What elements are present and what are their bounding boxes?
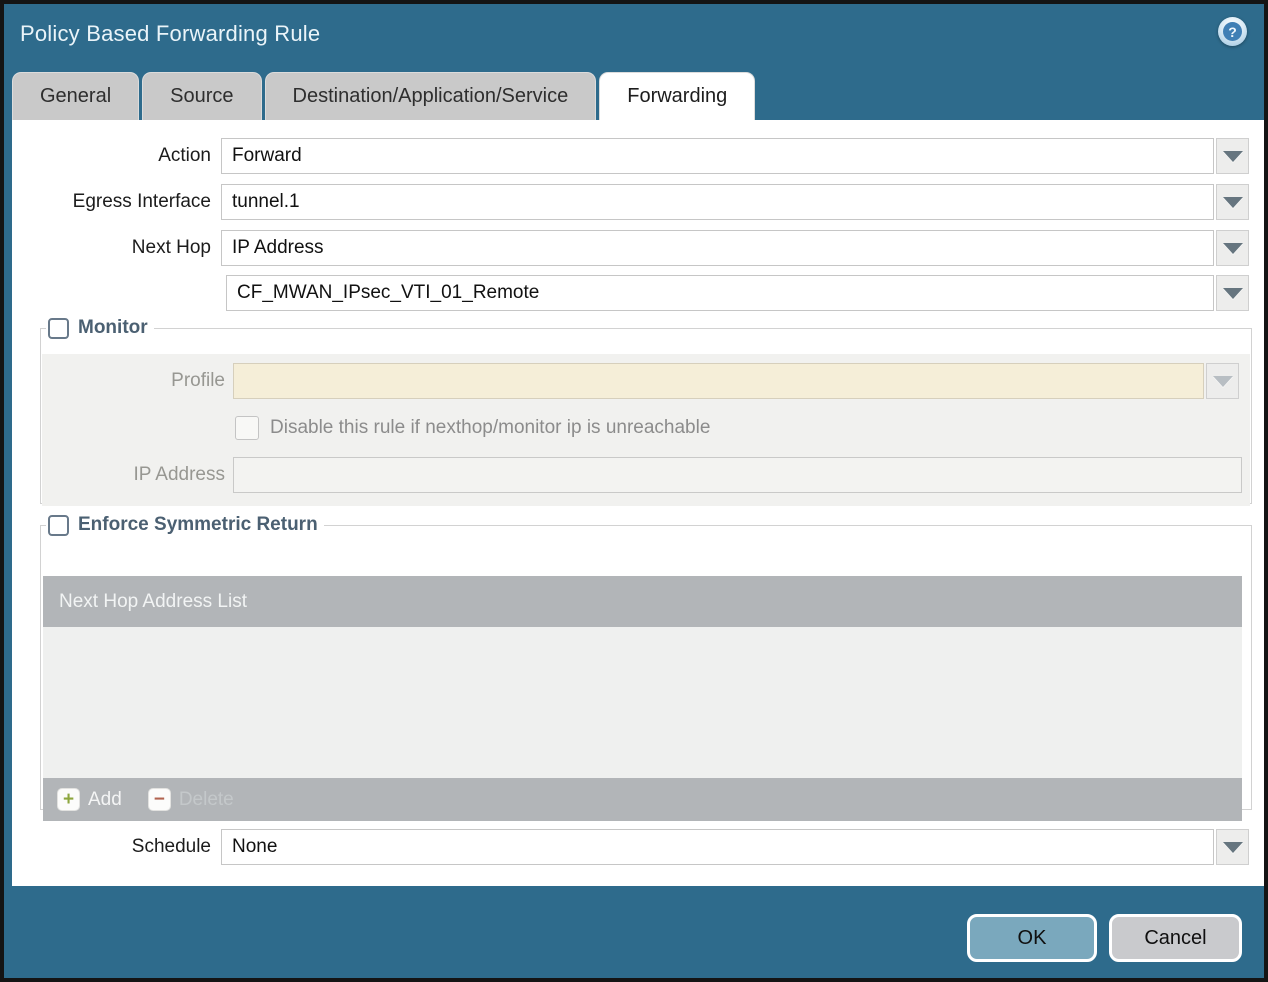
- next-hop-address-column-header: Next Hop Address List: [59, 590, 247, 612]
- tab-destination-application-service[interactable]: Destination/Application/Service: [264, 72, 597, 120]
- tab-general[interactable]: General: [12, 72, 140, 120]
- symmetric-return-legend-label: Enforce Symmetric Return: [78, 514, 318, 535]
- next-hop-address-table: Next Hop Address List + Add − Delete: [43, 576, 1242, 821]
- action-select[interactable]: [221, 138, 1214, 174]
- disable-rule-label: Disable this rule if nexthop/monitor ip …: [270, 417, 711, 438]
- next-hop-address-table-body[interactable]: [43, 627, 1242, 778]
- next-hop-address-dropdown-button[interactable]: [1216, 275, 1249, 311]
- disable-rule-checkbox: [235, 416, 259, 440]
- schedule-combo: [221, 829, 1249, 865]
- next-hop-row: Next Hop: [12, 230, 1264, 266]
- chevron-down-icon: [1222, 287, 1243, 299]
- profile-select: [233, 363, 1204, 399]
- monitor-fieldset: Monitor Profile Disable this rule if nex…: [40, 317, 1252, 506]
- tab-forwarding-label: Forwarding: [627, 85, 728, 107]
- add-button-label: Add: [88, 788, 122, 810]
- disable-rule-row: Disable this rule if nexthop/monitor ip …: [235, 416, 710, 440]
- chevron-down-icon: [1222, 196, 1243, 208]
- delete-button-label: Delete: [178, 788, 234, 810]
- symmetric-return-legend: Enforce Symmetric Return: [46, 514, 324, 536]
- schedule-row: Schedule: [12, 829, 1264, 865]
- help-button[interactable]: ?: [1218, 17, 1247, 46]
- egress-interface-label: Egress Interface: [72, 191, 211, 212]
- forwarding-tab-panel: Action Egress Interface Next Hop: [12, 120, 1264, 886]
- plus-icon: +: [57, 788, 80, 811]
- chevron-down-icon: [1222, 841, 1243, 853]
- next-hop-address-table-header: Next Hop Address List: [43, 576, 1242, 627]
- schedule-select[interactable]: [221, 829, 1214, 865]
- ok-button-label: OK: [1017, 926, 1047, 949]
- ok-button[interactable]: OK: [967, 914, 1097, 962]
- egress-interface-combo: [221, 184, 1249, 220]
- next-hop-dropdown-button[interactable]: [1216, 230, 1249, 266]
- profile-combo: [233, 363, 1239, 399]
- egress-interface-row: Egress Interface: [12, 184, 1264, 220]
- schedule-dropdown-button[interactable]: [1216, 829, 1249, 865]
- add-button[interactable]: + Add: [57, 788, 122, 811]
- next-hop-address-select[interactable]: [226, 275, 1214, 311]
- chevron-down-icon: [1222, 242, 1243, 254]
- chevron-down-icon: [1212, 375, 1233, 387]
- next-hop-address-row: [12, 275, 1264, 311]
- monitor-panel: Profile Disable this rule if nexthop/mon…: [42, 354, 1250, 506]
- delete-button: − Delete: [147, 788, 234, 811]
- schedule-label: Schedule: [131, 836, 211, 857]
- action-combo: [221, 138, 1249, 174]
- help-icon: ?: [1223, 22, 1242, 41]
- policy-based-forwarding-dialog: Policy Based Forwarding Rule ? General S…: [0, 0, 1268, 982]
- tab-destination-label: Destination/Application/Service: [292, 85, 569, 107]
- monitor-ip-address-label: IP Address: [133, 464, 225, 485]
- monitor-checkbox[interactable]: [48, 317, 69, 339]
- monitor-legend: Monitor: [46, 317, 154, 339]
- egress-interface-select[interactable]: [221, 184, 1214, 220]
- cancel-button[interactable]: Cancel: [1109, 914, 1242, 962]
- action-row: Action: [12, 138, 1264, 174]
- next-hop-label: Next Hop: [131, 237, 211, 258]
- cancel-button-label: Cancel: [1144, 926, 1207, 949]
- dialog-titlebar: Policy Based Forwarding Rule ?: [4, 4, 1264, 68]
- chevron-down-icon: [1222, 150, 1243, 162]
- egress-interface-dropdown-button[interactable]: [1216, 184, 1249, 220]
- tab-source[interactable]: Source: [142, 72, 262, 120]
- next-hop-type-select[interactable]: [221, 230, 1214, 266]
- symmetric-return-fieldset: Enforce Symmetric Return Next Hop Addres…: [40, 514, 1252, 821]
- next-hop-address-combo: [226, 275, 1249, 311]
- action-dropdown-button[interactable]: [1216, 138, 1249, 174]
- monitor-ip-address-input: [233, 457, 1242, 493]
- tab-source-label: Source: [170, 85, 234, 107]
- next-hop-combo: [221, 230, 1249, 266]
- symmetric-return-checkbox[interactable]: [48, 514, 69, 536]
- profile-label: Profile: [171, 370, 225, 391]
- tab-forwarding[interactable]: Forwarding: [599, 72, 756, 120]
- action-label: Action: [158, 145, 211, 166]
- minus-icon: −: [147, 788, 171, 811]
- dialog-title: Policy Based Forwarding Rule: [20, 21, 321, 46]
- profile-dropdown-button: [1206, 363, 1239, 399]
- tab-general-label: General: [40, 85, 112, 107]
- next-hop-address-table-toolbar: + Add − Delete: [43, 778, 1242, 821]
- monitor-legend-label: Monitor: [78, 317, 148, 338]
- tab-bar: General Source Destination/Application/S…: [12, 72, 756, 120]
